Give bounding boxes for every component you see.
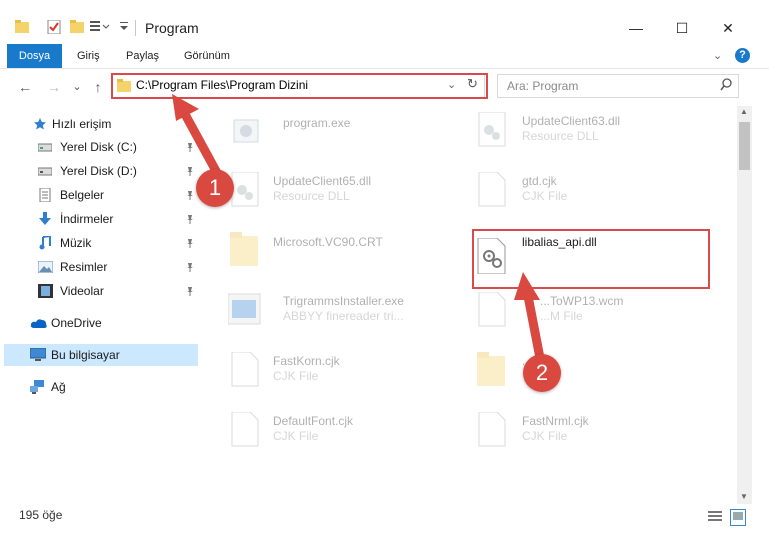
annotation-arrows	[172, 94, 545, 363]
step-2-badge: 2	[523, 354, 561, 392]
step-1-badge: 1	[196, 169, 234, 207]
